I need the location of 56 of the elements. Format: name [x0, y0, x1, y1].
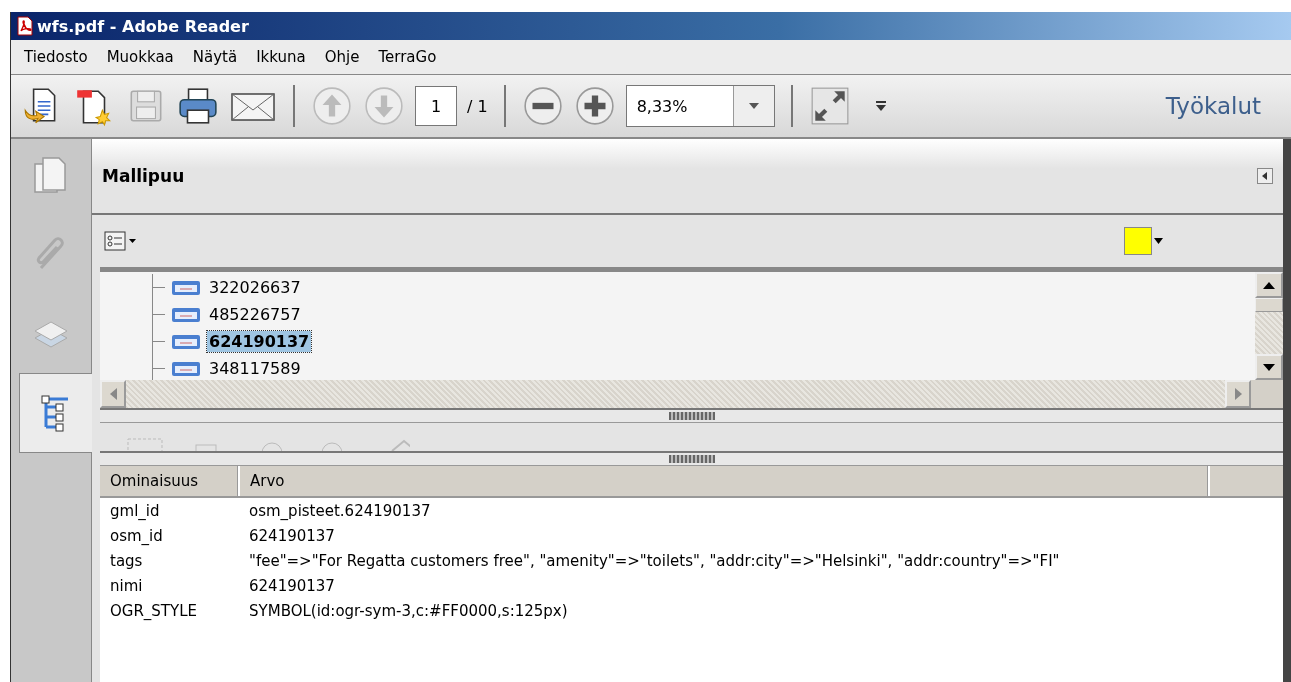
- annotation-icon: [171, 360, 201, 377]
- scroll-right-icon[interactable]: [1234, 388, 1242, 400]
- page-count: / 1: [467, 96, 488, 116]
- options-menu-icon[interactable]: [104, 230, 138, 252]
- zoom-dropdown[interactable]: 8,33%: [625, 85, 775, 127]
- table-cell-text: OGR_STYLE: [109, 601, 199, 620]
- table-cell-text: gml_id: [109, 501, 161, 520]
- scroll-left-icon[interactable]: [109, 388, 117, 400]
- table-cell: osm_pisteet.624190137: [249, 501, 431, 520]
- table-cell: "fee"=>"For Regatta customers free", "amenity"=>"toilets", "addr:city"=>"Helsinki", "addr:country"=>"FI": [249, 551, 1060, 570]
- splitter-handle[interactable]: [100, 408, 1283, 423]
- highlight-color-swatch[interactable]: [1124, 227, 1152, 255]
- menu-item[interactable]: Tiedosto: [24, 48, 88, 66]
- column-header[interactable]: Ominaisuus: [100, 466, 240, 496]
- horizontal-scrollbar[interactable]: [100, 380, 1283, 408]
- annotation-icon: [171, 306, 201, 323]
- tree-item[interactable]: 322026637: [207, 277, 303, 298]
- scrollbar-corner: [1251, 380, 1283, 408]
- scroll-thumb[interactable]: [1255, 298, 1283, 312]
- scroll-up-button[interactable]: [1255, 272, 1283, 298]
- zoom-in-icon[interactable]: [573, 85, 616, 127]
- sidebar-tab[interactable]: [19, 373, 92, 453]
- tree-item[interactable]: 485226757: [207, 304, 303, 325]
- scroll-down-button[interactable]: [1255, 354, 1283, 380]
- print-icon[interactable]: [177, 85, 219, 127]
- collapse-panel-icon[interactable]: [1257, 168, 1273, 184]
- toolbar-options-icon[interactable]: [874, 100, 887, 112]
- panel-title: Mallipuu: [102, 166, 185, 186]
- scroll-down-icon[interactable]: [1263, 363, 1275, 371]
- annotation-icon: [171, 333, 201, 350]
- window-title: wfs.pdf - Adobe Reader: [37, 16, 249, 36]
- tools-link[interactable]: Työkalut: [1165, 93, 1281, 119]
- table-cell: 624190137: [249, 526, 335, 545]
- caret-icon[interactable]: [1154, 238, 1163, 244]
- pdf-document-icon: [15, 16, 35, 36]
- table-cell: SYMBOL(id:ogr-sym-3,c:#FF0000,s:125px): [249, 601, 568, 620]
- vertical-scrollbar[interactable]: [1255, 272, 1283, 380]
- table-cell: 624190137: [249, 576, 335, 595]
- column-header[interactable]: Arvo: [240, 466, 1210, 496]
- menu-item[interactable]: Muokkaa: [106, 48, 174, 66]
- menu-item[interactable]: Ohje: [324, 48, 360, 66]
- scroll-left-button[interactable]: [100, 380, 126, 408]
- page-number-field[interactable]: 1: [415, 86, 457, 126]
- zoom-out-icon[interactable]: [521, 85, 564, 127]
- table-cell-text: osm_id: [109, 526, 164, 545]
- table-cell-text: tags: [109, 551, 144, 570]
- menu-item[interactable]: Ikkuna: [256, 48, 306, 66]
- splitter-handle[interactable]: [100, 451, 1283, 466]
- annotation-icon: [171, 279, 201, 296]
- scroll-up-icon[interactable]: [1263, 281, 1275, 289]
- menu-item[interactable]: TerraGo: [378, 48, 437, 66]
- menu-item[interactable]: Näytä: [192, 48, 238, 66]
- table-cell-text: nimi: [109, 576, 144, 595]
- tree-item[interactable]: 624190137: [207, 331, 312, 352]
- tree-item[interactable]: 348117589: [207, 358, 303, 379]
- caret-icon: [748, 103, 759, 109]
